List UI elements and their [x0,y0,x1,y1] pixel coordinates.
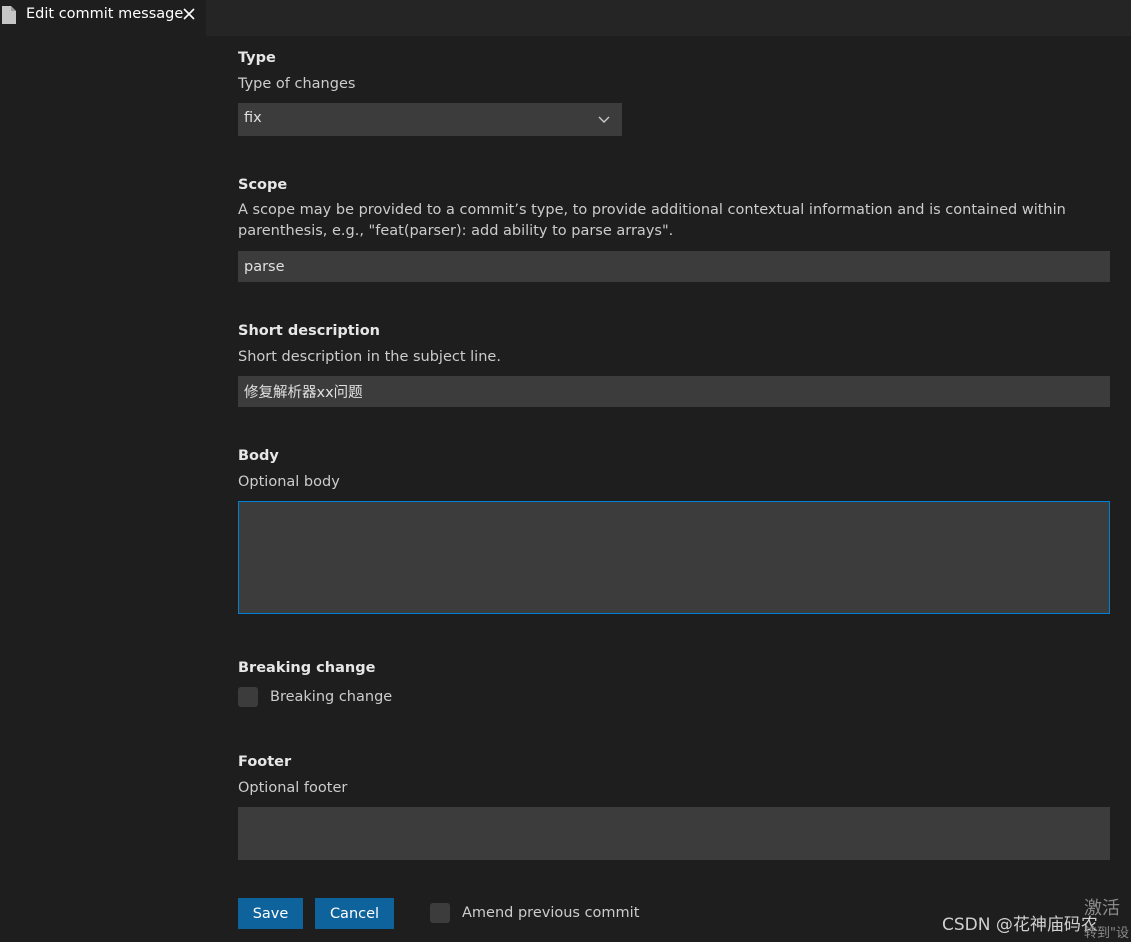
scope-section: Scope A scope may be provided to a commi… [238,175,1110,242]
breaking-change-title: Breaking change [238,660,376,676]
breaking-change-section: Breaking change [238,658,1110,678]
type-title: Type [238,50,276,66]
short-description-section: Short description Short description in t… [238,321,1110,368]
save-button[interactable]: Save [238,898,303,929]
amend-label[interactable]: Amend previous commit [462,905,639,921]
tab-title: Edit commit message [26,6,184,22]
breaking-change-row: Breaking change [238,687,392,707]
type-select[interactable]: fix [238,103,622,136]
footer-section: Footer Optional footer [238,752,1110,799]
body-section: Body Optional body [238,446,1110,493]
scope-description: A scope may be provided to a commit’s ty… [238,202,1066,239]
type-description: Type of changes [238,76,356,92]
footer-title: Footer [238,754,292,770]
short-description-title: Short description [238,323,380,339]
editor-tab-bar: Edit commit message [0,0,1131,36]
activate-watermark-line1: 激活 [1084,898,1120,919]
chevron-down-icon [598,116,610,123]
amend-row: Amend previous commit [430,903,639,923]
tab-edit-commit-message[interactable]: Edit commit message [0,0,206,36]
short-description-description: Short description in the subject line. [238,349,501,365]
activate-watermark-line2: 转到"设 [1084,926,1129,941]
short-description-input[interactable] [238,376,1110,407]
close-icon[interactable] [180,5,198,23]
breaking-change-checkbox[interactable] [238,687,258,707]
type-select-value: fix [244,110,262,126]
breaking-change-label[interactable]: Breaking change [270,689,392,705]
body-title: Body [238,448,279,464]
amend-checkbox[interactable] [430,903,450,923]
scope-input[interactable] [238,251,1110,282]
body-description: Optional body [238,474,340,490]
file-icon [2,6,16,24]
footer-textarea[interactable] [238,807,1110,860]
footer-description: Optional footer [238,780,348,796]
cancel-button[interactable]: Cancel [315,898,394,929]
type-section: Type Type of changes [238,48,1110,95]
scope-title: Scope [238,177,288,193]
csdn-watermark: CSDN @花神庙码农 [942,915,1098,935]
body-textarea[interactable] [238,501,1110,614]
